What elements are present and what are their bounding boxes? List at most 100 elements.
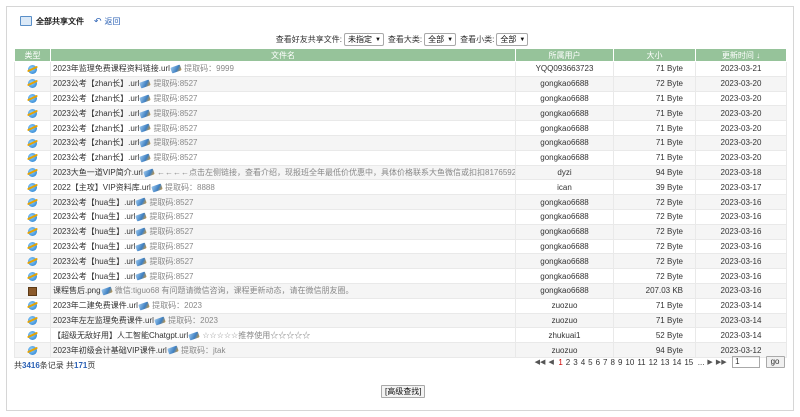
page-link[interactable]: 10 (625, 358, 634, 367)
col-header-filename[interactable]: 文件名 (50, 48, 516, 62)
last-page-icon[interactable]: ▶▶ (716, 358, 727, 366)
table-row[interactable]: 2023公考【hua生】.url 提取码:8527 gongkao6688 72 B… (14, 194, 787, 210)
go-button[interactable]: go (765, 356, 785, 368)
file-note: 提取码:8527 (151, 138, 198, 148)
col-header-type[interactable]: 类型 (14, 48, 51, 62)
table-row[interactable]: 2023年二建免费课件.url 提取码：2023 zuozuo 71 Byte 202… (14, 297, 787, 314)
file-link[interactable]: 2023公考【zhan长】.url (53, 153, 139, 162)
type-cell (14, 238, 51, 255)
note-icon (135, 212, 147, 222)
file-link[interactable]: 2023年左左监理免费课件.url (53, 316, 154, 325)
table-row[interactable]: 2023公考【zhan长】.url 提取码:8527 gongkao6688 71 … (14, 105, 787, 122)
note-icon (139, 123, 151, 133)
friend-filter-select[interactable]: 未指定 ▼ (343, 33, 384, 46)
note-icon (143, 168, 155, 178)
file-link[interactable]: 2023年监理免费课程资料链接.url (53, 64, 170, 73)
date-cell: 2023-03-20 (695, 134, 787, 151)
table-row[interactable]: 2023公考【zhan长】.url 提取码:8527 gongkao6688 72 … (14, 75, 787, 92)
file-link[interactable]: 2023公考【zhan长】.url (53, 79, 139, 88)
big-category-select[interactable]: 全部 ▼ (424, 33, 457, 46)
back-link[interactable]: ↶ 返回 (94, 16, 121, 27)
size-cell: 39 Byte (613, 179, 696, 196)
filename-cell: 2023年初级会计基础VIP课件.url 提取码：jtak (50, 342, 516, 358)
type-cell (14, 253, 51, 270)
page-link[interactable]: 8 (611, 358, 615, 367)
ie-icon (28, 79, 37, 89)
file-link[interactable]: 2023公考【zhan长】.url (53, 138, 139, 147)
note-icon (135, 242, 147, 252)
page-link[interactable]: 14 (672, 358, 681, 367)
prev-page-icon[interactable]: ◀ (548, 358, 553, 366)
table-row[interactable]: 2023公考【hua生】.url 提取码:8527 gongkao6688 72 B… (14, 253, 787, 270)
user-cell: gongkao6688 (515, 253, 614, 270)
page-link[interactable]: 15 (684, 358, 693, 367)
ie-icon (28, 227, 37, 237)
size-cell: 207.03 KB (613, 282, 696, 299)
col-header-size[interactable]: 大小 (613, 48, 696, 62)
date-cell: 2023-03-18 (695, 164, 787, 181)
table-row[interactable]: 课程售后.png 微信:tiguo68 有问题请微信咨询，课程更新动态，请在微信… (14, 282, 787, 299)
user-cell: zhukuai1 (515, 327, 614, 344)
small-category-select[interactable]: 全部 ▼ (496, 33, 529, 46)
col-header-user[interactable]: 所属用户 (515, 48, 614, 62)
page-link[interactable]: 13 (661, 358, 670, 367)
file-link[interactable]: 2023公考【hua生】.url (53, 227, 135, 236)
table-row[interactable]: 2022【主攻】VIP资料库.url 提取码：8888 ican 39 Byte 20… (14, 179, 787, 196)
page-link[interactable]: 1 (558, 358, 562, 367)
ie-icon (28, 108, 37, 118)
table-row[interactable]: 2023公考【zhan长】.url 提取码:8527 gongkao6688 71 … (14, 120, 787, 136)
date-cell: 2023-03-17 (695, 179, 787, 196)
ie-icon (28, 316, 37, 326)
table-row[interactable]: 2023大鱼一道VIP简介.url ←←←←点击左侧链接，查看介绍，现报班全年最… (14, 164, 787, 181)
file-link[interactable]: 2023年初级会计基础VIP课件.url (53, 346, 167, 355)
table-row[interactable]: 2023公考【zhan长】.url 提取码:8527 gongkao6688 71 … (14, 134, 787, 151)
table-row[interactable]: 2023年监理免费课程资料链接.url 提取码：9999 YQQ093663723… (14, 61, 787, 77)
col-header-updated[interactable]: 更新时间 ↓ (695, 48, 787, 62)
advanced-search-button[interactable]: [高级查找] (381, 385, 426, 398)
user-cell: zuozuo (515, 297, 614, 314)
page-link[interactable]: 6 (596, 358, 600, 367)
page-link[interactable]: 4 (581, 358, 585, 367)
type-cell (14, 282, 51, 299)
page-link[interactable]: 12 (649, 358, 658, 367)
table-row[interactable]: 2023公考【hua生】.url 提取码:8527 gongkao6688 72 B… (14, 223, 787, 240)
filename-cell: 2023公考【zhan长】.url 提取码:8527 (50, 149, 516, 166)
page-link[interactable]: 7 (603, 358, 607, 367)
file-link[interactable]: 2023公考【zhan长】.url (53, 124, 139, 133)
file-link[interactable]: 2023公考【hua生】.url (53, 212, 135, 221)
first-page-icon[interactable]: ◀◀ (535, 358, 546, 366)
table-row[interactable]: 2023公考【hua生】.url 提取码:8527 gongkao6688 72 B… (14, 268, 787, 284)
file-link[interactable]: 2023公考【zhan长】.url (53, 94, 139, 103)
file-link[interactable]: 课程售后.png (53, 286, 101, 295)
table-row[interactable]: 2023公考【hua生】.url 提取码:8527 gongkao6688 72 B… (14, 208, 787, 225)
next-page-icon[interactable]: ▶ (707, 358, 712, 366)
size-cell: 72 Byte (613, 253, 696, 270)
file-link[interactable]: 2023公考【hua生】.url (53, 272, 135, 281)
file-link[interactable]: 2023公考【zhan长】.url (53, 109, 139, 118)
page-link[interactable]: 11 (637, 358, 645, 367)
page-number-input[interactable]: 1 (732, 356, 761, 368)
file-table: 类型 文件名 所属用户 大小 更新时间 ↓ 2023年监理免费课程资料链接.ur… (14, 48, 787, 358)
file-link[interactable]: 2023公考【hua生】.url (53, 242, 135, 251)
page-link[interactable]: 3 (573, 358, 577, 367)
table-row[interactable]: 2023公考【hua生】.url 提取码:8527 gongkao6688 72 B… (14, 238, 787, 255)
file-link[interactable]: 2023公考【hua生】.url (53, 198, 135, 207)
table-row[interactable]: 【超级无敌好用】人工智能Chatgpt.url ☆☆☆☆☆推荐使用☆☆☆☆☆ zh… (14, 327, 787, 344)
table-row[interactable]: 2023公考【zhan长】.url 提取码:8527 gongkao6688 71 … (14, 90, 787, 107)
note-icon (188, 331, 200, 341)
page-link[interactable]: 2 (566, 358, 570, 367)
file-link[interactable]: 2023年二建免费课件.url (53, 301, 138, 310)
date-cell: 2023-03-16 (695, 253, 787, 270)
file-link[interactable]: 【超级无敌好用】人工智能Chatgpt.url (53, 331, 188, 340)
file-link[interactable]: 2023公考【hua生】.url (53, 257, 135, 266)
file-link[interactable]: 2022【主攻】VIP资料库.url (53, 183, 151, 192)
type-cell (14, 134, 51, 151)
size-cell: 71 Byte (613, 134, 696, 151)
back-label: 返回 (104, 16, 121, 26)
size-cell: 71 Byte (613, 149, 696, 166)
table-row[interactable]: 2023公考【zhan长】.url 提取码:8527 gongkao6688 71 … (14, 149, 787, 166)
page-link[interactable]: 5 (588, 358, 592, 367)
page-link[interactable]: 9 (618, 358, 622, 367)
file-link[interactable]: 2023大鱼一道VIP简介.url (53, 168, 143, 177)
table-row[interactable]: 2023年左左监理免费课件.url 提取码：2023 zuozuo 71 Byte 2… (14, 312, 787, 329)
